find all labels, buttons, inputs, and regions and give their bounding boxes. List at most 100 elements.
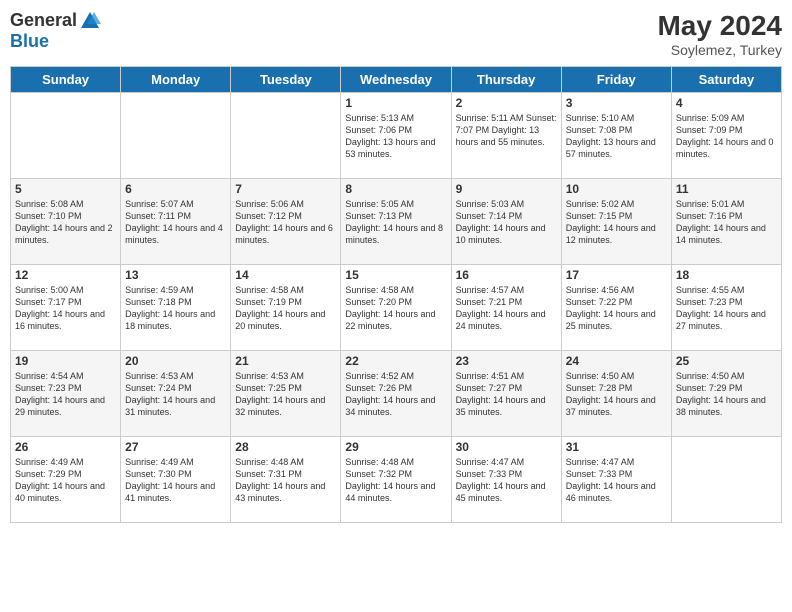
day-number: 15 — [345, 268, 446, 282]
day-info: Sunrise: 5:10 AM Sunset: 7:08 PM Dayligh… — [566, 112, 667, 161]
day-info: Sunrise: 5:13 AM Sunset: 7:06 PM Dayligh… — [345, 112, 446, 161]
day-info: Sunrise: 5:05 AM Sunset: 7:13 PM Dayligh… — [345, 198, 446, 247]
day-info: Sunrise: 4:58 AM Sunset: 7:19 PM Dayligh… — [235, 284, 336, 333]
day-info: Sunrise: 5:02 AM Sunset: 7:15 PM Dayligh… — [566, 198, 667, 247]
month-title: May 2024 — [657, 10, 782, 42]
calendar-cell: 11Sunrise: 5:01 AM Sunset: 7:16 PM Dayli… — [671, 179, 781, 265]
day-number: 23 — [456, 354, 557, 368]
calendar-cell: 7Sunrise: 5:06 AM Sunset: 7:12 PM Daylig… — [231, 179, 341, 265]
day-info: Sunrise: 5:06 AM Sunset: 7:12 PM Dayligh… — [235, 198, 336, 247]
col-header-thursday: Thursday — [451, 67, 561, 93]
calendar-cell: 30Sunrise: 4:47 AM Sunset: 7:33 PM Dayli… — [451, 437, 561, 523]
day-number: 9 — [456, 182, 557, 196]
calendar-cell: 13 Sunrise: 4:59 AM Sunset: 7:18 PM Dayli… — [121, 265, 231, 351]
day-info: Sunrise: 4:50 AM Sunset: 7:29 PM Dayligh… — [676, 370, 777, 419]
day-number: 2 — [456, 96, 557, 110]
day-number: 30 — [456, 440, 557, 454]
col-header-tuesday: Tuesday — [231, 67, 341, 93]
day-info: Sunrise: 5:09 AM Sunset: 7:09 PM Dayligh… — [676, 112, 777, 161]
day-info: Sunrise: 4:53 AM Sunset: 7:24 PM Dayligh… — [125, 370, 226, 419]
calendar-cell: 18 Sunrise: 4:55 AM Sunset: 7:23 PM Dayli… — [671, 265, 781, 351]
day-info: Sunrise: 4:55 AM Sunset: 7:23 PM Dayligh… — [676, 284, 777, 333]
day-number: 10 — [566, 182, 667, 196]
day-info: Sunrise: 4:56 AM Sunset: 7:22 PM Dayligh… — [566, 284, 667, 333]
calendar-cell: 6 Sunrise: 5:07 AM Sunset: 7:11 PM Daylig… — [121, 179, 231, 265]
day-number: 29 — [345, 440, 446, 454]
day-number: 6 — [125, 182, 226, 196]
calendar-cell: 9Sunrise: 5:03 AM Sunset: 7:14 PM Daylig… — [451, 179, 561, 265]
calendar-cell: 14 Sunrise: 4:58 AM Sunset: 7:19 PM Dayli… — [231, 265, 341, 351]
logo-general: General — [10, 11, 77, 31]
location-title: Soylemez, Turkey — [657, 42, 782, 58]
calendar-cell — [121, 93, 231, 179]
calendar-cell: 2 Sunrise: 5:11 AM Sunset: 7:07 PM Daylig… — [451, 93, 561, 179]
day-info: Sunrise: 4:48 AM Sunset: 7:31 PM Dayligh… — [235, 456, 336, 505]
calendar-cell: 19 Sunrise: 4:54 AM Sunset: 7:23 PM Dayli… — [11, 351, 121, 437]
day-info: Sunrise: 4:57 AM Sunset: 7:21 PM Dayligh… — [456, 284, 557, 333]
day-info: Sunrise: 5:11 AM Sunset: 7:07 PM Dayligh… — [456, 112, 557, 148]
col-header-sunday: Sunday — [11, 67, 121, 93]
day-number: 17 — [566, 268, 667, 282]
title-block: May 2024 Soylemez, Turkey — [657, 10, 782, 58]
day-number: 13 — [125, 268, 226, 282]
calendar-cell: 21 Sunrise: 4:53 AM Sunset: 7:25 PM Dayli… — [231, 351, 341, 437]
day-number: 8 — [345, 182, 446, 196]
day-number: 20 — [125, 354, 226, 368]
calendar-cell: 1 Sunrise: 5:13 AM Sunset: 7:06 PM Daylig… — [341, 93, 451, 179]
day-info: Sunrise: 4:53 AM Sunset: 7:25 PM Dayligh… — [235, 370, 336, 419]
col-header-wednesday: Wednesday — [341, 67, 451, 93]
day-number: 28 — [235, 440, 336, 454]
day-number: 1 — [345, 96, 446, 110]
day-info: Sunrise: 4:52 AM Sunset: 7:26 PM Dayligh… — [345, 370, 446, 419]
calendar-cell: 8 Sunrise: 5:05 AM Sunset: 7:13 PM Daylig… — [341, 179, 451, 265]
calendar-cell: 17 Sunrise: 4:56 AM Sunset: 7:22 PM Dayli… — [561, 265, 671, 351]
day-number: 31 — [566, 440, 667, 454]
calendar-cell: 28 Sunrise: 4:48 AM Sunset: 7:31 PM Dayli… — [231, 437, 341, 523]
calendar-cell: 3 Sunrise: 5:10 AM Sunset: 7:08 PM Daylig… — [561, 93, 671, 179]
calendar-cell: 4 Sunrise: 5:09 AM Sunset: 7:09 PM Daylig… — [671, 93, 781, 179]
day-number: 22 — [345, 354, 446, 368]
calendar-cell — [11, 93, 121, 179]
day-number: 12 — [15, 268, 116, 282]
calendar-cell: 23 Sunrise: 4:51 AM Sunset: 7:27 PM Dayli… — [451, 351, 561, 437]
calendar-cell — [671, 437, 781, 523]
calendar-cell: 5Sunrise: 5:08 AM Sunset: 7:10 PM Daylig… — [11, 179, 121, 265]
day-info: Sunrise: 5:00 AM Sunset: 7:17 PM Dayligh… — [15, 284, 116, 333]
day-info: Sunrise: 4:50 AM Sunset: 7:28 PM Dayligh… — [566, 370, 667, 419]
day-info: Sunrise: 4:51 AM Sunset: 7:27 PM Dayligh… — [456, 370, 557, 419]
calendar-cell: 24Sunrise: 4:50 AM Sunset: 7:28 PM Dayli… — [561, 351, 671, 437]
day-info: Sunrise: 4:59 AM Sunset: 7:18 PM Dayligh… — [125, 284, 226, 333]
day-info: Sunrise: 4:54 AM Sunset: 7:23 PM Dayligh… — [15, 370, 116, 419]
day-number: 21 — [235, 354, 336, 368]
calendar-cell: 12 Sunrise: 5:00 AM Sunset: 7:17 PM Dayli… — [11, 265, 121, 351]
calendar-cell: 29 Sunrise: 4:48 AM Sunset: 7:32 PM Dayli… — [341, 437, 451, 523]
calendar-table: SundayMondayTuesdayWednesdayThursdayFrid… — [10, 66, 782, 523]
calendar-cell: 10 Sunrise: 5:02 AM Sunset: 7:15 PM Dayli… — [561, 179, 671, 265]
day-number: 14 — [235, 268, 336, 282]
logo-blue: Blue — [10, 32, 101, 52]
calendar-cell: 16Sunrise: 4:57 AM Sunset: 7:21 PM Dayli… — [451, 265, 561, 351]
logo-icon — [79, 10, 101, 32]
calendar-cell: 25Sunrise: 4:50 AM Sunset: 7:29 PM Dayli… — [671, 351, 781, 437]
day-number: 3 — [566, 96, 667, 110]
page: General Blue May 2024 Soylemez, Turkey S… — [0, 0, 792, 612]
day-number: 27 — [125, 440, 226, 454]
calendar-cell: 27Sunrise: 4:49 AM Sunset: 7:30 PM Dayli… — [121, 437, 231, 523]
calendar-cell: 15 Sunrise: 4:58 AM Sunset: 7:20 PM Dayli… — [341, 265, 451, 351]
calendar-cell — [231, 93, 341, 179]
col-header-friday: Friday — [561, 67, 671, 93]
calendar-cell: 31Sunrise: 4:47 AM Sunset: 7:33 PM Dayli… — [561, 437, 671, 523]
day-info: Sunrise: 4:48 AM Sunset: 7:32 PM Dayligh… — [345, 456, 446, 505]
day-info: Sunrise: 4:58 AM Sunset: 7:20 PM Dayligh… — [345, 284, 446, 333]
day-number: 19 — [15, 354, 116, 368]
day-number: 4 — [676, 96, 777, 110]
calendar-cell: 26Sunrise: 4:49 AM Sunset: 7:29 PM Dayli… — [11, 437, 121, 523]
day-info: Sunrise: 4:49 AM Sunset: 7:29 PM Dayligh… — [15, 456, 116, 505]
day-number: 11 — [676, 182, 777, 196]
logo: General Blue — [10, 10, 101, 52]
calendar-cell: 22 Sunrise: 4:52 AM Sunset: 7:26 PM Dayli… — [341, 351, 451, 437]
header: General Blue May 2024 Soylemez, Turkey — [10, 10, 782, 58]
day-info: Sunrise: 5:08 AM Sunset: 7:10 PM Dayligh… — [15, 198, 116, 247]
day-number: 18 — [676, 268, 777, 282]
day-info: Sunrise: 5:07 AM Sunset: 7:11 PM Dayligh… — [125, 198, 226, 247]
